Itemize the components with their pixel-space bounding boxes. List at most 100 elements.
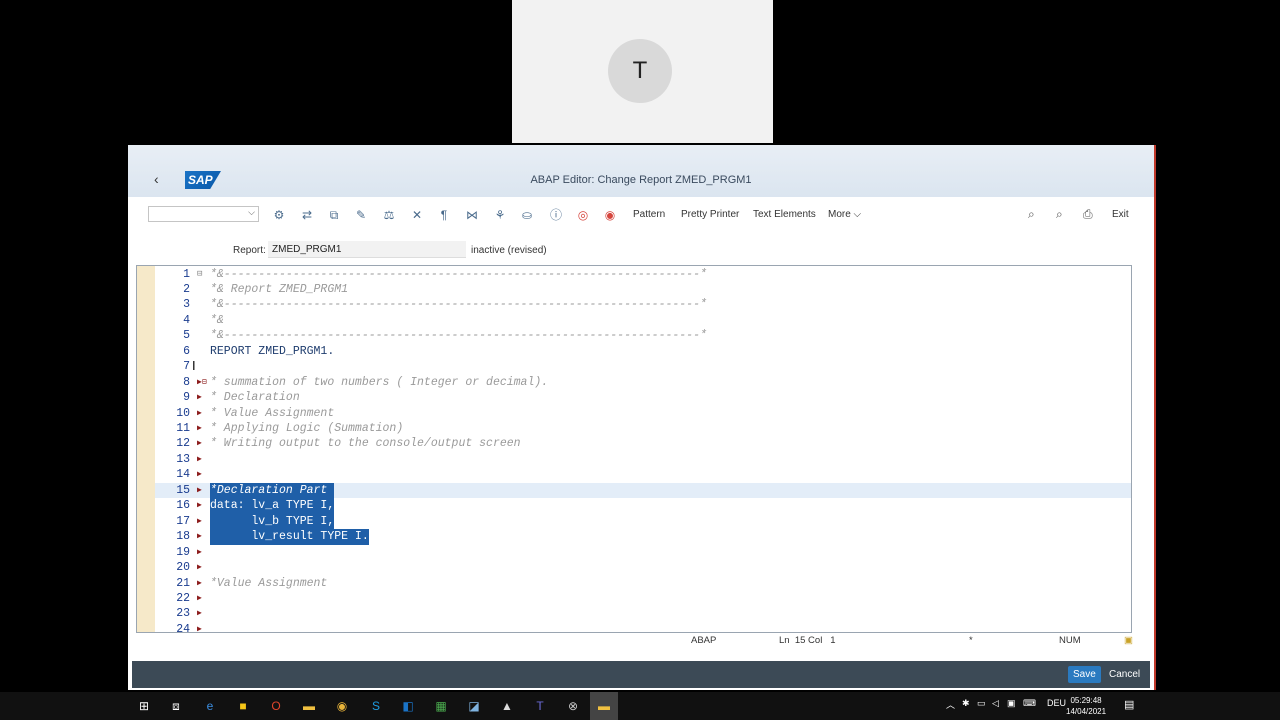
windows-start-icon[interactable]: ⊞ (134, 696, 154, 716)
more-button[interactable]: More ⌵ (828, 209, 861, 220)
fold-arrow-icon[interactable]: ▶ (197, 406, 205, 422)
teams-icon[interactable]: T (530, 696, 550, 716)
fold-arrow-icon[interactable]: ▶ (197, 483, 205, 499)
fold-arrow-icon[interactable]: ▶ (197, 529, 205, 545)
check-icon[interactable]: ⚖ (380, 206, 398, 224)
code-line[interactable]: 2 *& Report ZMED_PRGM1 (155, 282, 1131, 298)
fold-arrow-icon[interactable]: ▶ (197, 467, 205, 483)
fold-toggle-icon[interactable]: ⊟ (197, 267, 205, 283)
other-object-icon[interactable]: ⧉ (325, 206, 343, 224)
search-icon[interactable]: ⌕ (1028, 207, 1035, 222)
fold-arrow-icon[interactable]: ▶ (197, 545, 205, 561)
line-text: lv_b TYPE I, (210, 513, 335, 530)
system-clock[interactable]: 05:29:48 14/04/2021 (1066, 695, 1106, 717)
activate-icon[interactable]: ✕ (408, 206, 426, 224)
fold-arrow-icon[interactable]: ▶ (197, 514, 205, 530)
fold-arrow-icon[interactable]: ▶ (197, 560, 205, 576)
code-line[interactable]: 10 ▶ * Value Assignment (155, 406, 1131, 422)
exit-button[interactable]: Exit (1112, 209, 1129, 220)
tray-chevron-icon[interactable]: ︿ (946, 698, 955, 711)
code-line[interactable]: 24 ▶ (155, 622, 1131, 632)
pretty-printer-button[interactable]: Pretty Printer (681, 209, 739, 220)
sticky-notes-icon[interactable]: ■ (233, 696, 253, 716)
code-line[interactable]: 17 ▶ lv_b TYPE I, (155, 513, 1131, 530)
fold-arrow-icon[interactable]: ▶ (197, 622, 205, 632)
volume-icon[interactable]: ◁ (992, 698, 999, 709)
fold-arrow-icon[interactable]: ▶ (197, 436, 205, 452)
line-number: 13 (176, 452, 190, 466)
search-next-icon[interactable]: ⌕ (1056, 207, 1063, 222)
text-elements-button[interactable]: Text Elements (753, 209, 816, 220)
line-text: *Value Assignment (210, 576, 328, 590)
display-change-icon[interactable]: ⚙ (270, 206, 288, 224)
fold-arrow-icon[interactable]: ▶ (197, 421, 205, 437)
code-line[interactable]: 19 ▶ (155, 545, 1131, 561)
photos-icon[interactable]: ▲ (497, 696, 517, 716)
code-line[interactable]: 14 ▶ (155, 467, 1131, 483)
chrome-icon[interactable]: ◉ (332, 696, 352, 716)
fold-arrow-icon[interactable]: ▶ (197, 452, 205, 468)
external-breakpoint-icon[interactable]: ◉ (601, 206, 619, 224)
network-icon[interactable]: ▣ (1007, 698, 1016, 709)
code-line[interactable]: 3 *&-------------------------------------… (155, 297, 1131, 313)
code-line[interactable]: 7 (155, 359, 1131, 375)
code-line[interactable]: 22 ▶ (155, 591, 1131, 607)
notification-icon[interactable]: ▤ (1124, 698, 1134, 711)
code-line[interactable]: 12 ▶ * Writing output to the console/outpu… (155, 436, 1131, 452)
code-line[interactable]: 8 ▶⊟ * summation of two numbers ( Integer … (155, 375, 1131, 391)
sap-logon-icon[interactable]: ⊗ (563, 696, 583, 716)
cancel-button[interactable]: Cancel (1104, 666, 1145, 683)
line-number: 5 (183, 329, 190, 343)
code-line[interactable]: 16 ▶ data: lv_a TYPE I, (155, 498, 1131, 514)
battery-icon[interactable]: ▭ (977, 698, 986, 709)
task-view-icon[interactable]: ⧈ (166, 696, 186, 716)
edit-icon[interactable]: ✎ (352, 206, 370, 224)
line-number: 22 (176, 591, 190, 605)
video-avatar-panel: T (512, 0, 773, 143)
pattern-button[interactable]: Pattern (633, 209, 665, 220)
bluetooth-icon[interactable]: ✱ (962, 698, 970, 709)
fold-arrow-icon[interactable]: ▶ (197, 576, 205, 592)
edge-browser-icon[interactable]: e (200, 696, 220, 716)
skype-icon[interactable]: S (366, 696, 386, 716)
breakpoint-icon[interactable]: ◎ (574, 206, 592, 224)
code-line[interactable]: 13 ▶ (155, 452, 1131, 468)
code-line[interactable]: 9 ▶ * Declaration (155, 390, 1131, 406)
code-line[interactable]: 6 REPORT ZMED_PRGM1. (155, 344, 1131, 360)
code-line[interactable]: 23 ▶ (155, 606, 1131, 622)
fold-arrow-icon[interactable]: ▶ (197, 606, 205, 622)
code-line[interactable]: 11 ▶ * Applying Logic (Summation) (155, 421, 1131, 437)
outlook-icon[interactable]: ◧ (398, 696, 418, 716)
sap-gui-task-icon[interactable]: ▬ (594, 696, 614, 716)
line-number: 11 (176, 422, 190, 435)
code-line[interactable]: 15 ▶ *Declaration Part (155, 482, 1131, 499)
fold-arrow-icon[interactable]: ▶ (197, 390, 205, 406)
line-text: *& Report ZMED_PRGM1 (210, 282, 349, 296)
command-dropdown[interactable]: ⌵ (148, 206, 259, 222)
hierarchy-icon[interactable]: ⚘ (491, 206, 509, 224)
keyboard-icon[interactable]: ⌨ (1023, 698, 1036, 709)
code-line[interactable]: 21 ▶ *Value Assignment (155, 576, 1131, 592)
language-indicator[interactable]: DEU (1047, 698, 1066, 708)
code-editor[interactable]: 1 ⊟ *&------------------------------------… (136, 265, 1132, 633)
code-line[interactable]: 18 ▶ lv_result TYPE I. (155, 529, 1131, 545)
info-icon[interactable]: ⓘ (547, 206, 565, 224)
print-icon[interactable]: ⎙ (1083, 207, 1093, 222)
resize-icon[interactable]: ▣ (1124, 635, 1133, 646)
code-line[interactable]: 5 *&-------------------------------------… (155, 328, 1131, 344)
file-explorer-icon[interactable]: ▬ (299, 696, 319, 716)
line-number: 21 (176, 576, 190, 590)
code-line[interactable]: 20 ▶ (155, 560, 1131, 576)
note-app-icon[interactable]: ◪ (464, 696, 484, 716)
sheets-icon[interactable]: ▦ (431, 696, 451, 716)
where-used-icon[interactable]: ⋈ (463, 206, 481, 224)
fold-arrow-icon[interactable]: ▶ (197, 498, 205, 514)
test-icon[interactable]: ¶ (435, 206, 453, 224)
save-button[interactable]: Save (1068, 666, 1101, 683)
code-line[interactable]: 1 ⊟ *&------------------------------------… (155, 267, 1131, 283)
fold-arrow-icon[interactable]: ▶ (197, 591, 205, 607)
active-inactive-icon[interactable]: ⇄ (298, 206, 316, 224)
code-line[interactable]: 4 *& (155, 313, 1131, 329)
office-icon[interactable]: O (266, 696, 286, 716)
navigation-icon[interactable]: ⛀ (518, 206, 536, 224)
